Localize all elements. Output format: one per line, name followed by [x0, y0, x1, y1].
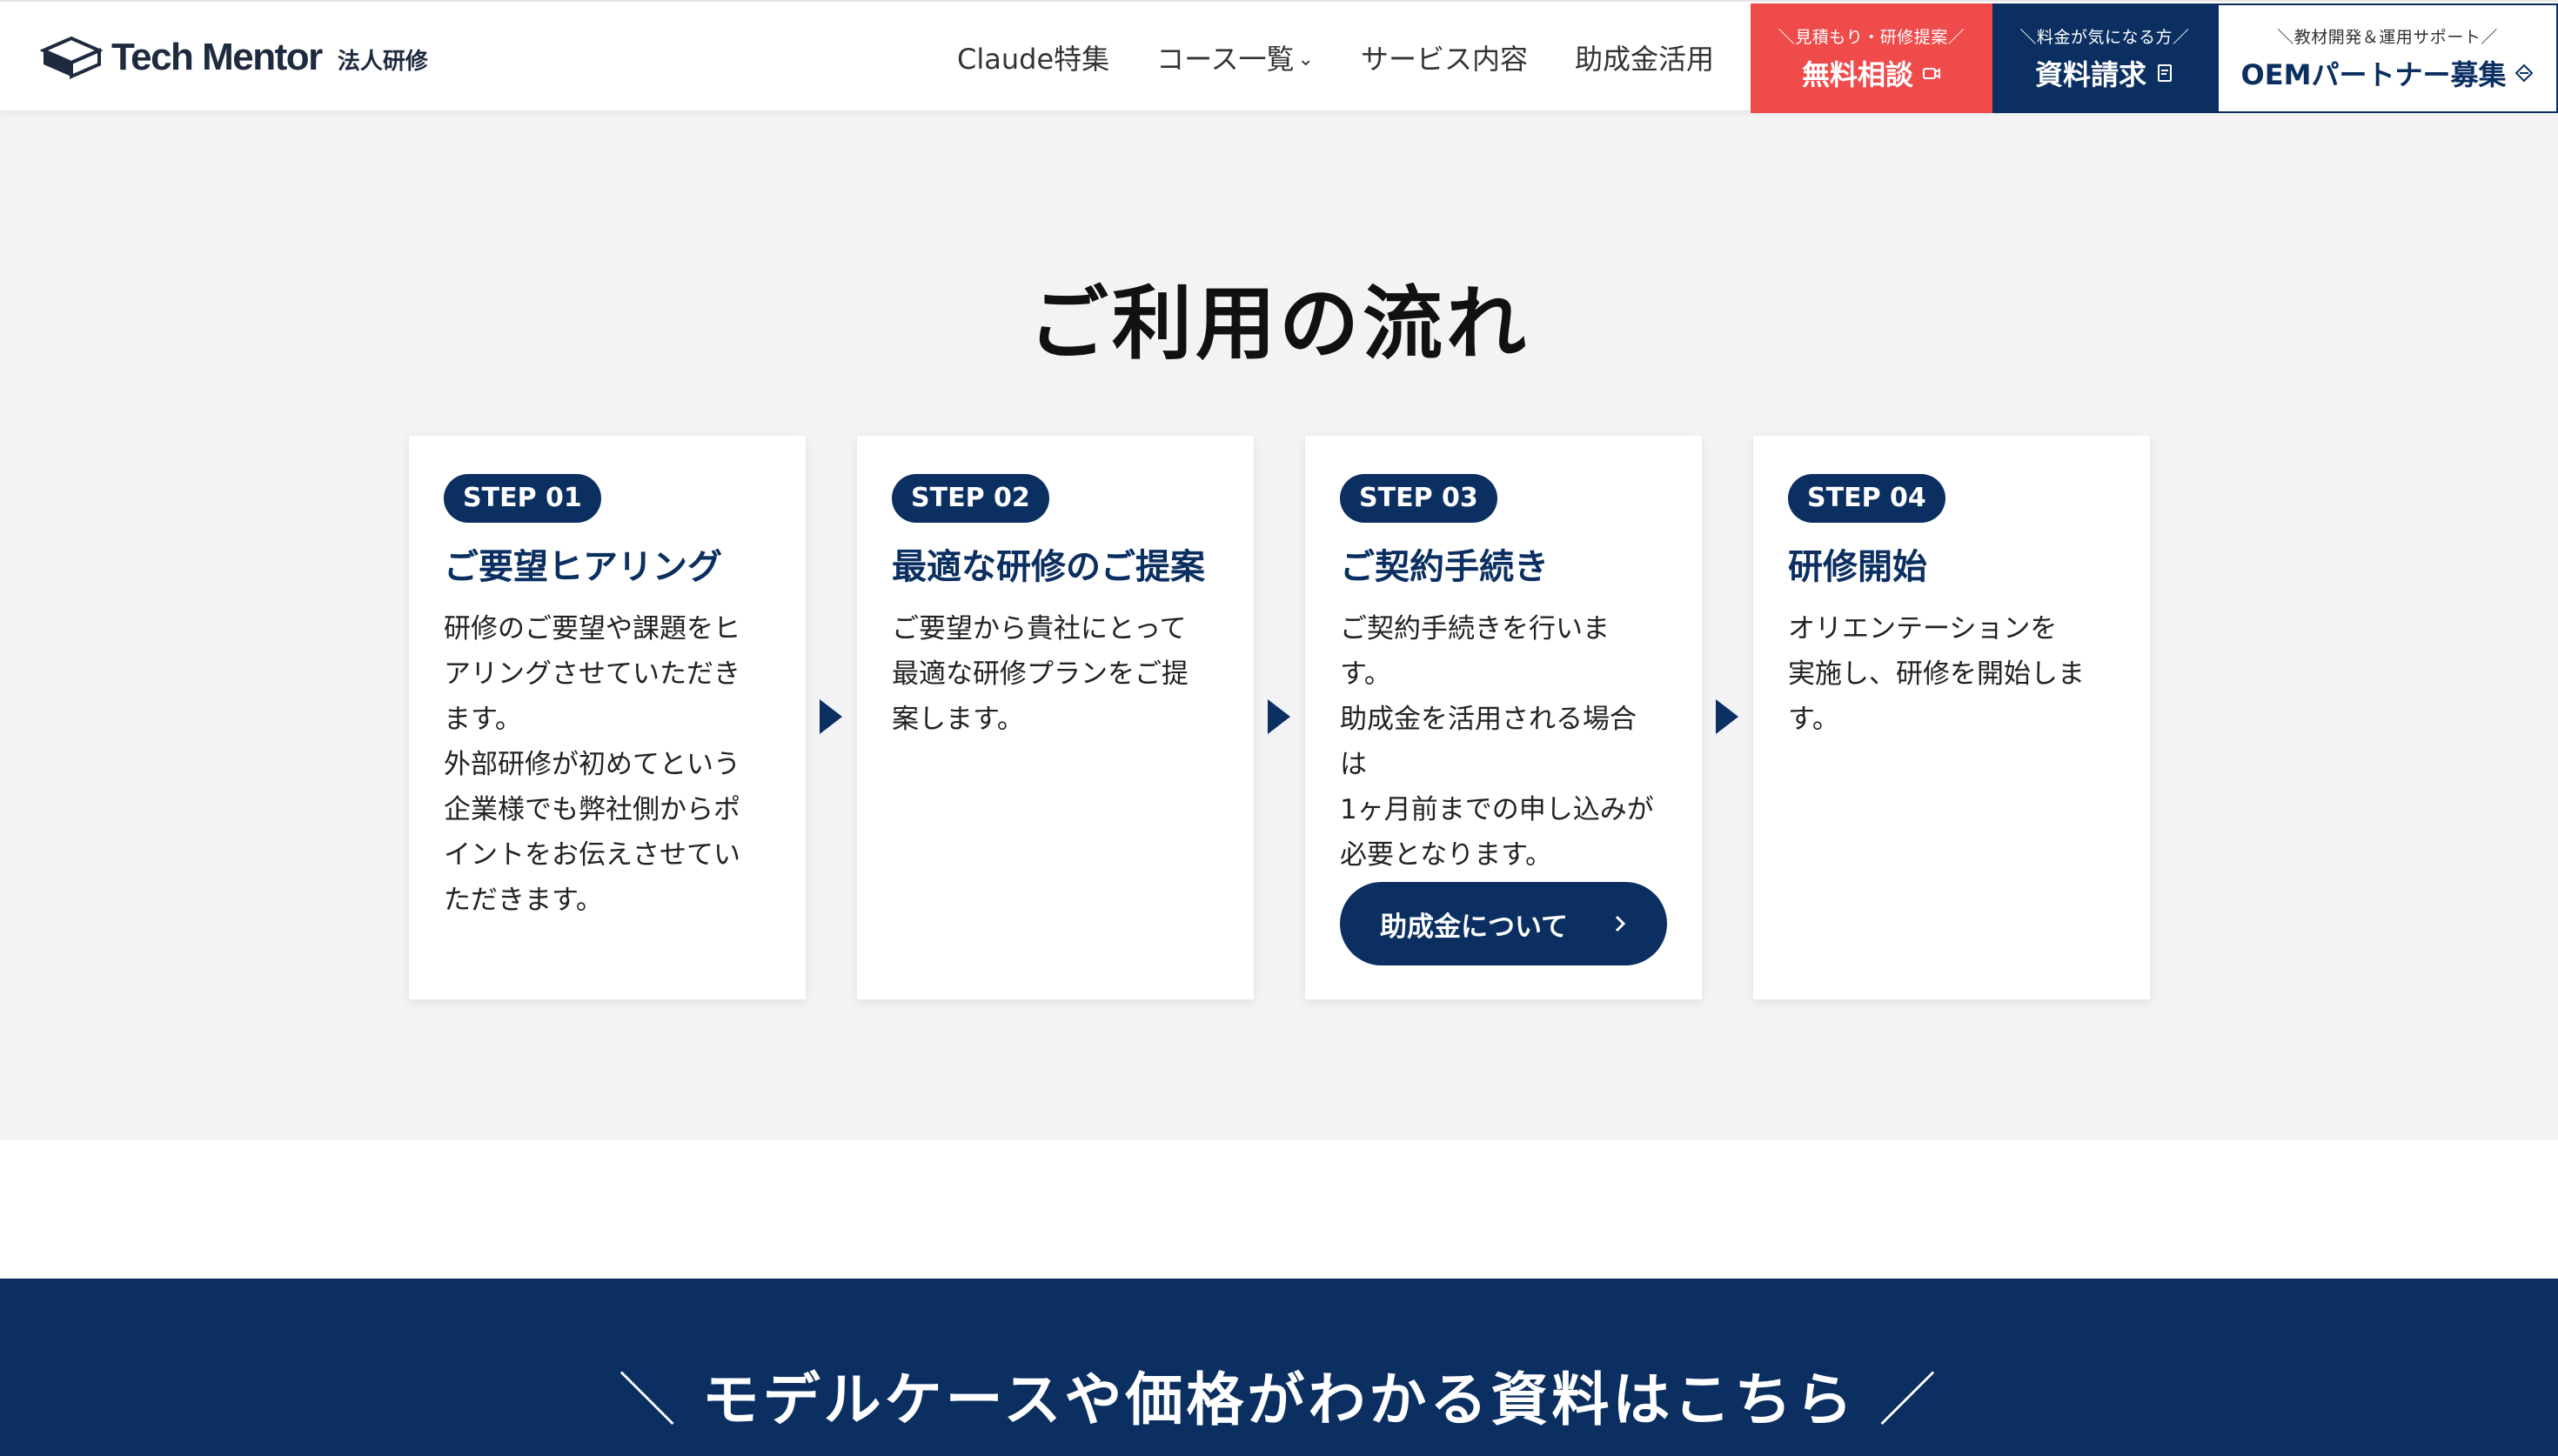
subsidy-info-label: 助成金について	[1379, 911, 1569, 943]
nav-item-subsidy[interactable]: 助成金活用	[1575, 37, 1714, 77]
step-title: ご契約手続き	[1340, 547, 1549, 587]
chevron-right-icon	[1615, 915, 1626, 932]
step-title: 最適な研修のご提案	[892, 547, 1205, 587]
nav-label: 助成金活用	[1575, 43, 1715, 76]
description-line: 企業様でも弊社側からポ	[444, 794, 740, 825]
arrow-right-icon	[1268, 699, 1290, 734]
docs-label: 資料請求	[2034, 57, 2146, 91]
nav-item-claude[interactable]: Claude特集	[957, 37, 1109, 77]
description-line: 最適な研修プランをご提	[892, 658, 1189, 690]
description-line: 必要となります。	[1340, 839, 1552, 871]
description-line: ただきます。	[444, 885, 603, 916]
step-description: 研修のご要望や課題をヒ アリングさせていただき ます。 外部研修が初めてという …	[444, 606, 773, 923]
logo[interactable]: Tech Mentor 法人研修	[40, 35, 428, 80]
description-line: す。	[1340, 658, 1391, 690]
banner-text: モデルケースや価格がわかる資料はこちら	[701, 1366, 1857, 1433]
nav-label: コース一覧	[1156, 43, 1295, 76]
step-title: ご要望ヒアリング	[444, 547, 722, 587]
oem-label: OEMパートナー募集	[2240, 57, 2507, 91]
description-line: は	[1340, 749, 1367, 780]
description-line: 助成金を活用される場合	[1340, 704, 1637, 735]
arrow-right-icon	[1716, 699, 1738, 734]
request-documents-button[interactable]: ＼料金が気になる方／ 資料請求	[1992, 3, 2217, 113]
oem-caption: ＼教材開発＆運用サポート／	[2277, 27, 2498, 47]
step-description: ご要望から貴社にとって 最適な研修プランをご提 案します。	[892, 606, 1221, 742]
oem-partner-button[interactable]: ＼教材開発＆運用サポート／ OEMパートナー募集	[2217, 3, 2558, 113]
video-icon	[1923, 67, 1940, 79]
site-header: Tech Mentor 法人研修 Claude特集 コース一覧 ⌄ サービス内容 …	[0, 0, 2558, 113]
nav-label: Claude特集	[957, 43, 1110, 76]
step-title: 研修開始	[1788, 547, 1927, 587]
description-line: アリングさせていただき	[444, 658, 740, 690]
nav-item-services[interactable]: サービス内容	[1361, 37, 1528, 77]
description-line: イントをお伝えさせてい	[444, 839, 740, 871]
consult-caption: ＼見積もり・研修提案／	[1778, 27, 1965, 47]
step-description: オリエンテーションを 実施し、研修を開始しま す。	[1788, 606, 2117, 742]
docs-caption: ＼料金が気になる方／	[2019, 27, 2190, 47]
step-card-2: STEP 02 最適な研修のご提案 ご要望から貴社にとって 最適な研修プランをご…	[857, 436, 1254, 999]
description-line: 外部研修が初めてという	[444, 749, 740, 780]
description-line: す。	[1788, 704, 1839, 735]
chevron-down-icon: ⌄	[1297, 49, 1314, 70]
free-consultation-button[interactable]: ＼見積もり・研修提案／ 無料相談	[1751, 3, 1992, 113]
usage-flow-section: ご利用の流れ STEP 01 ご要望ヒアリング 研修のご要望や課題をヒ アリング…	[0, 111, 2558, 1140]
description-line: 案します。	[892, 704, 1024, 735]
banner-slash-right: ／	[1878, 1366, 1940, 1433]
logo-subtitle: 法人研修	[337, 48, 428, 75]
subsidy-info-button[interactable]: 助成金について	[1340, 882, 1667, 965]
step-card-4: STEP 04 研修開始 オリエンテーションを 実施し、研修を開始しま す。	[1753, 436, 2150, 999]
step-badge: STEP 02	[892, 474, 1049, 523]
step-badge: STEP 01	[444, 474, 601, 523]
consult-label: 無料相談	[1801, 57, 1913, 91]
step-card-1: STEP 01 ご要望ヒアリング 研修のご要望や課題をヒ アリングさせていただき…	[409, 436, 806, 999]
nav-label: サービス内容	[1360, 43, 1528, 76]
section-title: ご利用の流れ	[1028, 277, 1530, 371]
step-description: ご契約手続きを行いま す。 助成金を活用される場合 は 1ヶ月前までの申し込みが…	[1340, 606, 1669, 878]
diamond-icon	[2515, 63, 2534, 82]
description-line: 実施し、研修を開始しま	[1788, 658, 2085, 690]
logo-mark-icon	[40, 36, 103, 80]
banner-slash-left: ＼	[618, 1366, 680, 1433]
description-line: 研修のご要望や課題をヒ	[444, 613, 740, 645]
logo-name: Tech Mentor	[111, 36, 323, 78]
nav-item-courses[interactable]: コース一覧 ⌄	[1156, 37, 1314, 77]
description-line: ご契約手続きを行いま	[1340, 613, 1610, 645]
step-badge: STEP 03	[1340, 474, 1497, 523]
step-badge: STEP 04	[1788, 474, 1945, 523]
documents-banner[interactable]: ＼ モデルケースや価格がわかる資料はこちら ／	[0, 1279, 2558, 1456]
description-line: 1ヶ月前までの申し込みが	[1340, 794, 1654, 825]
description-line: ご要望から貴社にとって	[892, 613, 1187, 645]
main-nav: Claude特集 コース一覧 ⌄ サービス内容 助成金活用	[957, 2, 1761, 113]
banner-heading: ＼ モデルケースや価格がわかる資料はこちら ／	[0, 1353, 2558, 1437]
arrow-right-icon	[820, 699, 842, 734]
document-icon	[2158, 63, 2172, 82]
description-line: ます。	[444, 704, 522, 735]
description-line: オリエンテーションを	[1788, 613, 2058, 645]
